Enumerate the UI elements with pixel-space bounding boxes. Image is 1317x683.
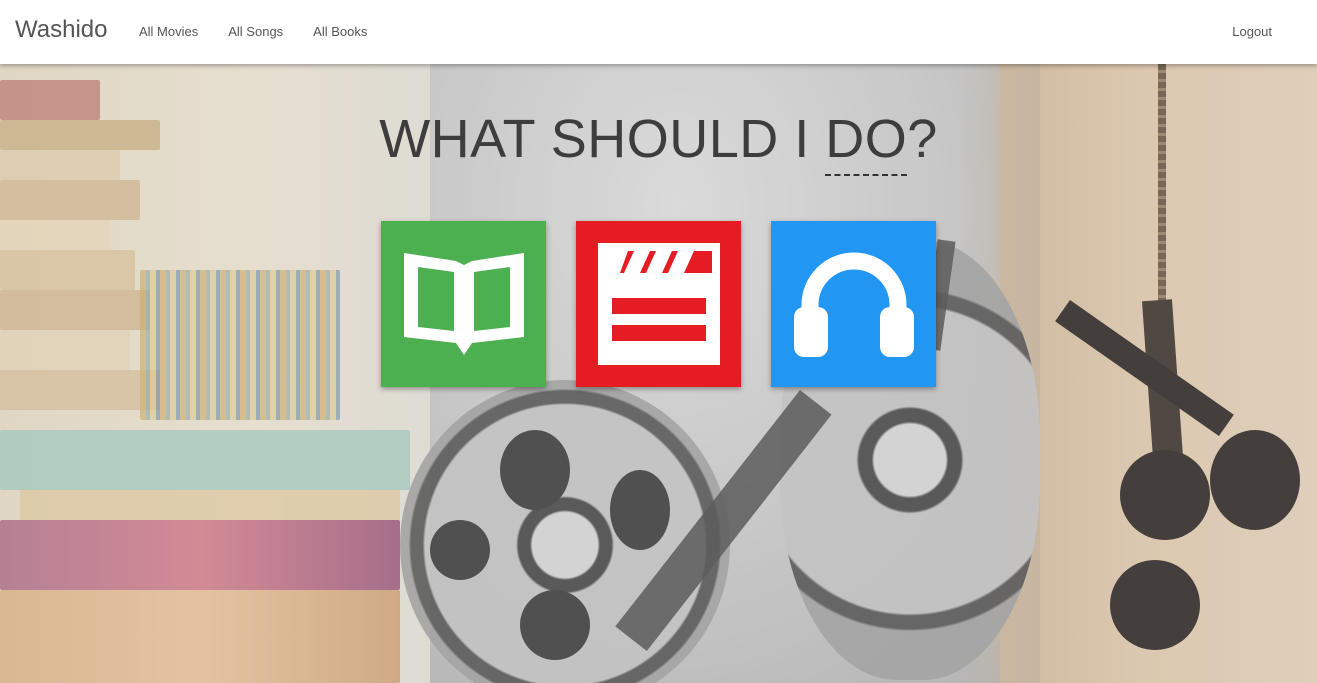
movies-tile[interactable] — [576, 221, 741, 387]
title-highlight: DO — [825, 109, 908, 176]
nav-link-all-books[interactable]: All Books — [298, 0, 382, 64]
category-tiles — [381, 221, 936, 387]
books-tile[interactable] — [381, 221, 546, 387]
headphones-icon — [793, 252, 914, 357]
logout-link[interactable]: Logout — [1217, 0, 1287, 64]
title-prefix: WHAT SHOULD I — [379, 109, 826, 169]
nav-link-all-movies[interactable]: All Movies — [124, 0, 213, 64]
open-book-icon — [403, 253, 524, 355]
nav-link-all-songs[interactable]: All Songs — [213, 0, 298, 64]
page-title: WHAT SHOULD I DO? — [0, 108, 1317, 176]
top-navbar: Washido All Movies All Songs All Books L… — [0, 0, 1317, 64]
brand-logo[interactable]: Washido — [15, 16, 107, 44]
nav-links: All Movies All Songs All Books — [124, 0, 382, 64]
title-suffix: ? — [907, 109, 938, 169]
clapperboard-icon — [597, 243, 720, 365]
songs-tile[interactable] — [771, 221, 936, 387]
